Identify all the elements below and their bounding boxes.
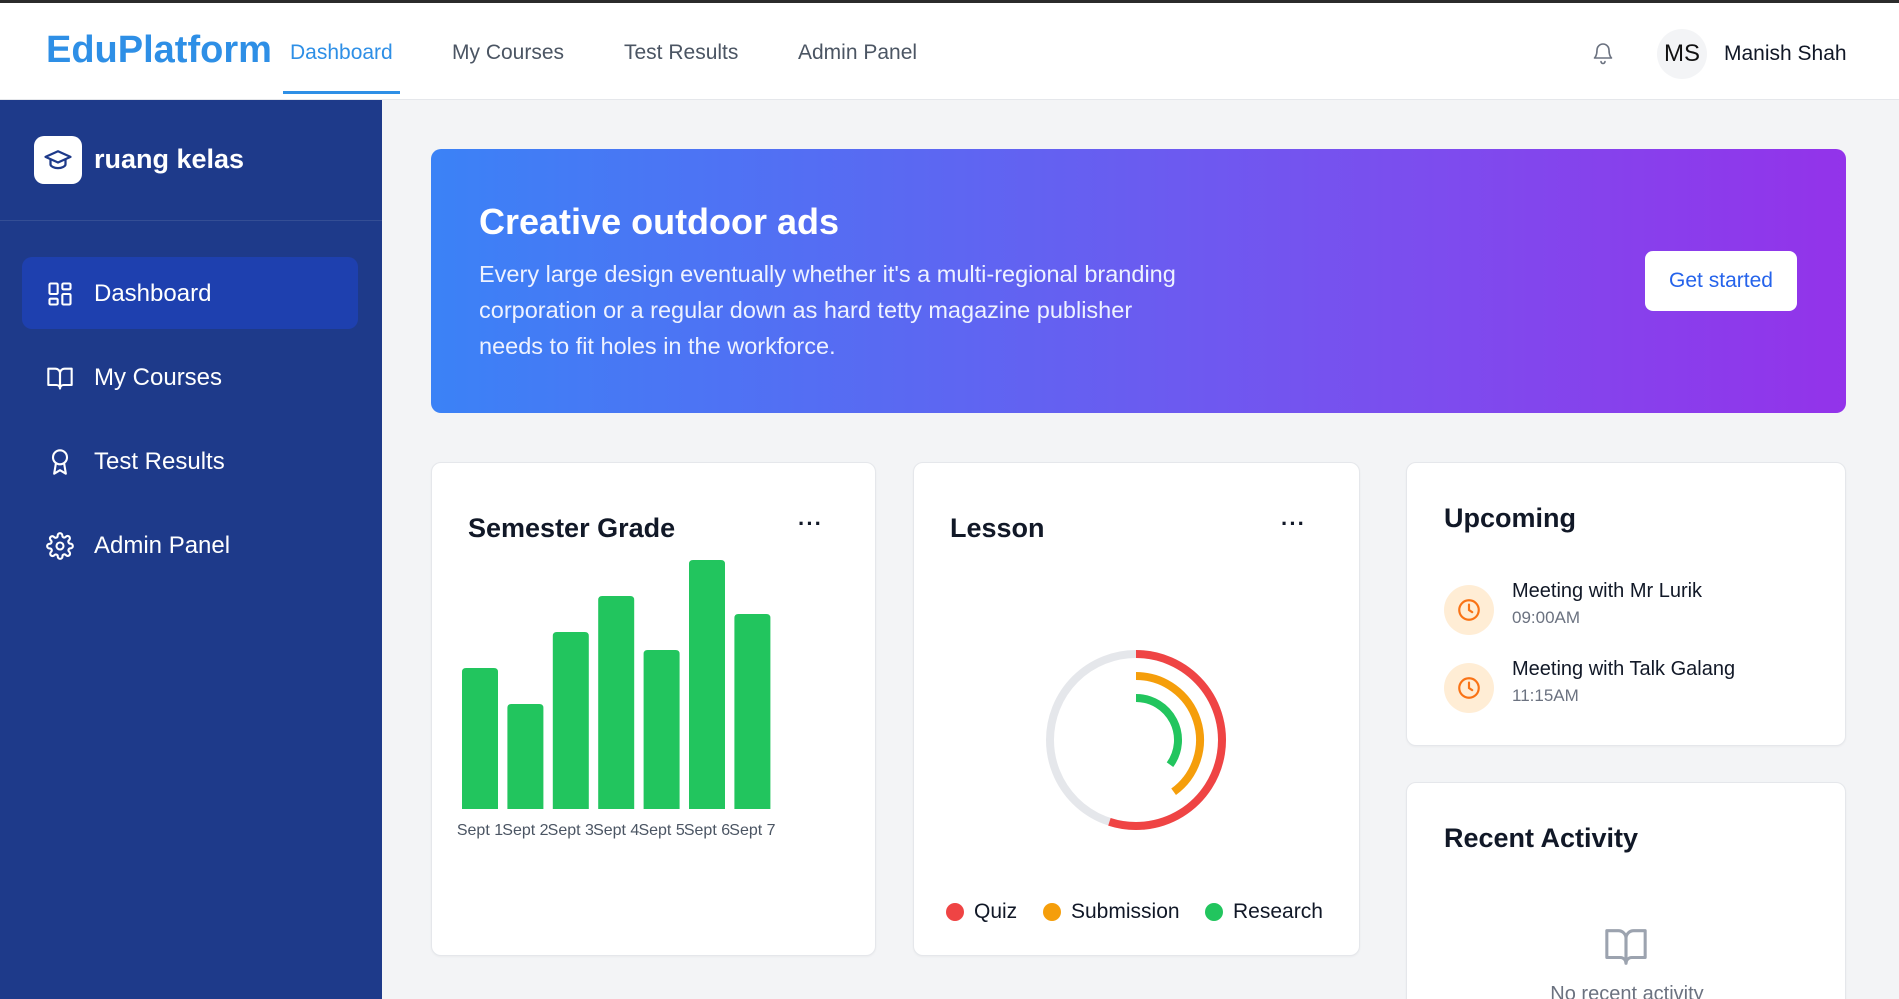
upcoming-title: Upcoming [1444, 503, 1576, 533]
empty-state-text: No recent activity [1550, 983, 1704, 999]
recent-activity-title: Recent Activity [1444, 823, 1639, 853]
book-icon [47, 367, 73, 390]
bar [507, 704, 544, 809]
get-started-button[interactable]: Get started [1645, 251, 1797, 311]
sidebar-item-label: Admin Panel [94, 532, 231, 559]
sidebar-item-test-results[interactable]: Test Results [22, 425, 358, 497]
brand-logo[interactable]: EduPlatform [46, 29, 272, 72]
event-name: Meeting with Mr Lurik [1512, 580, 1703, 602]
sidebar-item-admin-panel[interactable]: Admin Panel [22, 509, 358, 581]
top-navbar: EduPlatform Dashboard My Courses Test Re… [0, 0, 1899, 100]
event-item[interactable]: Meeting with Talk Galang 11:15AM [1444, 658, 1824, 722]
gear-icon [46, 532, 74, 560]
bar [552, 632, 589, 809]
bar [643, 650, 680, 809]
bar [598, 596, 635, 809]
bell-icon[interactable] [1591, 41, 1615, 65]
hero-title: Creative outdoor ads [479, 201, 840, 242]
ring-arc-research [1135, 694, 1182, 768]
legend-label: Quiz [974, 900, 1018, 923]
book-icon [1605, 929, 1647, 965]
x-tick-label: Sept 7 [729, 822, 775, 839]
lesson-card: Lesson ··· Quiz Submission Research [913, 462, 1360, 956]
legend-label: Research [1233, 900, 1323, 923]
x-tick-label: Sept 3 [548, 822, 594, 839]
tab-my-courses[interactable]: My Courses [452, 3, 564, 91]
legend-research: Research [1205, 900, 1323, 924]
legend-label: Submission [1071, 900, 1180, 923]
event-item[interactable]: Meeting with Mr Lurik 09:00AM [1444, 580, 1824, 644]
legend-dot [1205, 903, 1223, 921]
tab-dashboard[interactable]: Dashboard [283, 3, 400, 94]
x-tick-label: Sept 6 [684, 822, 730, 839]
x-tick-label: Sept 4 [593, 822, 639, 839]
tab-test-results[interactable]: Test Results [624, 3, 738, 91]
x-tick-label: Sept 5 [638, 822, 684, 839]
upcoming-card: Upcoming Meeting with Mr Lurik 09:00AM M… [1406, 462, 1846, 746]
sidebar-item-my-courses[interactable]: My Courses [22, 341, 358, 413]
legend-dot [1043, 903, 1061, 921]
legend-quiz: Quiz [946, 900, 1017, 924]
tab-admin-panel[interactable]: Admin Panel [798, 3, 917, 91]
sidebar-item-label: Test Results [94, 448, 225, 475]
hero-description: Every large design eventually whether it… [479, 261, 1176, 359]
event-name: Meeting with Talk Galang [1512, 658, 1736, 680]
user-name[interactable]: Manish Shah [1724, 42, 1847, 66]
clock-icon [1444, 663, 1494, 713]
sidebar-divider [0, 220, 382, 221]
award-icon [51, 449, 69, 475]
graduation-cap-icon [34, 136, 82, 184]
bar [734, 614, 771, 809]
legend-dot [946, 903, 964, 921]
x-tick-label: Sept 2 [502, 822, 548, 839]
bar [689, 560, 725, 809]
event-time: 09:00AM [1512, 608, 1581, 627]
ring-arc-submission [1135, 672, 1204, 796]
sidebar-item-dashboard[interactable]: Dashboard [22, 257, 358, 329]
sidebar-item-label: Dashboard [94, 280, 212, 307]
x-tick-label: Sept 1 [457, 822, 503, 839]
recent-activity-card: Recent Activity No recent activity [1406, 782, 1846, 999]
legend-submission: Submission [1043, 900, 1180, 924]
hero-banner: Creative outdoor ads Every large design … [431, 149, 1846, 413]
semester-grade-chart: Sept 1 Sept 2 Sept 3 Sept 4 Sept 5 Sept 6 Sept… [457, 560, 776, 839]
sidebar: ruang kelas Dashboard My Courses Test Re… [0, 100, 382, 999]
sidebar-logo-text: ruang kelas [94, 144, 245, 174]
clock-icon [1444, 585, 1494, 635]
dashboard-icon [48, 282, 72, 306]
avatar[interactable]: MS [1657, 29, 1707, 79]
sidebar-item-label: My Courses [94, 364, 223, 391]
bar [462, 668, 498, 809]
semester-grade-card: Semester Grade ··· Sept 1 Sept 2 Sept 3 Sep… [431, 462, 876, 956]
event-time: 11:15AM [1512, 686, 1579, 705]
lesson-ring-chart [1046, 650, 1226, 830]
